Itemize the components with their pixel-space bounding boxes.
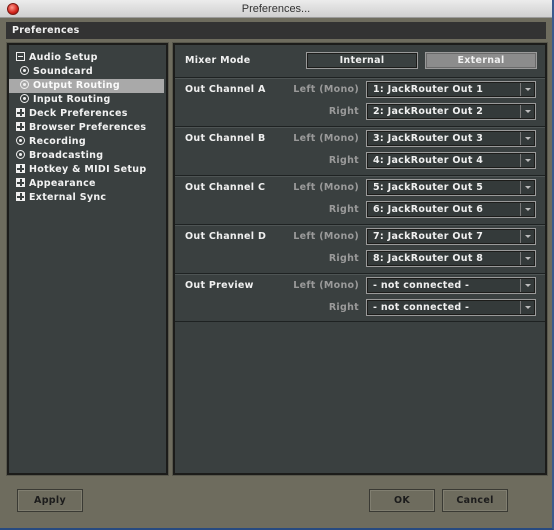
selected-value: 3: JackRouter Out 3 <box>373 133 484 144</box>
left-output-select[interactable]: 3: JackRouter Out 3 <box>366 130 536 147</box>
right-label: Right <box>328 302 359 313</box>
out-channel-d-group: Out Channel D Left (Mono) 7: JackRouter … <box>175 224 545 273</box>
right-output-select[interactable]: - not connected - <box>366 299 536 316</box>
chevron-down-icon[interactable] <box>520 132 535 145</box>
plus-box-icon[interactable] <box>16 178 25 187</box>
mixer-mode-row: Mixer Mode Internal External <box>175 45 545 75</box>
selected-value: 8: JackRouter Out 8 <box>373 253 484 264</box>
radio-icon <box>20 94 29 103</box>
ok-button[interactable]: OK <box>369 489 435 512</box>
sidebar-item-hotkey-midi-setup[interactable]: Hotkey & MIDI Setup <box>9 163 166 177</box>
chevron-down-icon[interactable] <box>520 279 535 292</box>
sidebar-item-label: Broadcasting <box>29 150 104 161</box>
chevron-down-icon[interactable] <box>520 230 535 243</box>
sidebar-item-label: Recording <box>29 136 86 147</box>
channel-label: Out Channel D <box>185 231 267 242</box>
out-channel-a-group: Out Channel A Left (Mono) 1: JackRouter … <box>175 77 545 126</box>
sidebar-item-label: Deck Preferences <box>29 108 128 119</box>
channel-label: Out Channel B <box>185 133 266 144</box>
right-output-select[interactable]: 4: JackRouter Out 4 <box>366 152 536 169</box>
right-output-select[interactable]: 8: JackRouter Out 8 <box>366 250 536 267</box>
left-output-select[interactable]: 5: JackRouter Out 5 <box>366 179 536 196</box>
sidebar-item-output-routing[interactable]: Output Routing <box>9 79 164 93</box>
mixer-mode-external-button[interactable]: External <box>425 52 537 69</box>
out-channel-b-group: Out Channel B Left (Mono) 3: JackRouter … <box>175 126 545 175</box>
chevron-down-icon[interactable] <box>520 154 535 167</box>
selected-value: 6: JackRouter Out 6 <box>373 204 484 215</box>
sidebar-item-label: Input Routing <box>33 94 111 105</box>
sidebar-item-label: External Sync <box>29 192 107 203</box>
radio-icon <box>16 136 25 145</box>
left-mono-label: Left (Mono) <box>293 84 359 95</box>
channel-label: Out Preview <box>185 280 254 291</box>
output-routing-panel: Mixer Mode Internal External Out Channel… <box>173 43 547 475</box>
right-output-select[interactable]: 2: JackRouter Out 2 <box>366 103 536 120</box>
sidebar-tree: Audio Setup Soundcard Output Routing Inp… <box>7 43 168 475</box>
radio-icon <box>20 66 29 75</box>
right-output-select[interactable]: 6: JackRouter Out 6 <box>366 201 536 218</box>
preferences-window: Preferences... Preferences Audio Setup S… <box>0 0 554 530</box>
chevron-down-icon[interactable] <box>520 83 535 96</box>
sidebar-item-soundcard[interactable]: Soundcard <box>9 65 166 79</box>
panel-header: Preferences <box>6 22 546 39</box>
sidebar-item-label: Appearance <box>29 178 96 189</box>
out-channel-c-group: Out Channel C Left (Mono) 5: JackRouter … <box>175 175 545 224</box>
sidebar-item-audio-setup[interactable]: Audio Setup <box>9 51 166 65</box>
left-output-select[interactable]: - not connected - <box>366 277 536 294</box>
selected-value: 1: JackRouter Out 1 <box>373 84 484 95</box>
left-mono-label: Left (Mono) <box>293 231 359 242</box>
close-button[interactable] <box>7 3 19 15</box>
selected-value: 4: JackRouter Out 4 <box>373 155 484 166</box>
right-label: Right <box>328 204 359 215</box>
radio-icon <box>20 80 29 89</box>
plus-box-icon[interactable] <box>16 192 25 201</box>
left-mono-label: Left (Mono) <box>293 182 359 193</box>
left-mono-label: Left (Mono) <box>293 133 359 144</box>
sidebar-item-external-sync[interactable]: External Sync <box>9 191 166 205</box>
mixer-mode-internal-button[interactable]: Internal <box>306 52 418 69</box>
chevron-down-icon[interactable] <box>520 181 535 194</box>
radio-icon <box>16 150 25 159</box>
selected-value: 7: JackRouter Out 7 <box>373 231 484 242</box>
channel-label: Out Channel C <box>185 182 266 193</box>
out-preview-group: Out Preview Left (Mono) - not connected … <box>175 273 545 322</box>
window-title: Preferences... <box>241 3 311 15</box>
sidebar-item-browser-preferences[interactable]: Browser Preferences <box>9 121 166 135</box>
right-label: Right <box>328 106 359 117</box>
chevron-down-icon[interactable] <box>520 252 535 265</box>
selected-value: - not connected - <box>373 302 470 313</box>
selected-value: 2: JackRouter Out 2 <box>373 106 484 117</box>
sidebar-item-label: Audio Setup <box>29 52 98 63</box>
chevron-down-icon[interactable] <box>520 301 535 314</box>
right-label: Right <box>328 253 359 264</box>
title-bar[interactable]: Preferences... <box>0 0 552 18</box>
sidebar-item-recording[interactable]: Recording <box>9 135 166 149</box>
sidebar-item-label: Output Routing <box>33 80 120 91</box>
cancel-button[interactable]: Cancel <box>442 489 508 512</box>
left-mono-label: Left (Mono) <box>293 280 359 291</box>
sidebar-item-broadcasting[interactable]: Broadcasting <box>9 149 166 163</box>
minus-box-icon[interactable] <box>16 52 25 61</box>
channel-label: Out Channel A <box>185 84 266 95</box>
plus-box-icon[interactable] <box>16 108 25 117</box>
selected-value: 5: JackRouter Out 5 <box>373 182 484 193</box>
plus-box-icon[interactable] <box>16 164 25 173</box>
chevron-down-icon[interactable] <box>520 105 535 118</box>
chevron-down-icon[interactable] <box>520 203 535 216</box>
mixer-mode-label: Mixer Mode <box>185 55 251 66</box>
sidebar-item-input-routing[interactable]: Input Routing <box>9 93 166 107</box>
left-output-select[interactable]: 1: JackRouter Out 1 <box>366 81 536 98</box>
right-label: Right <box>328 155 359 166</box>
left-output-select[interactable]: 7: JackRouter Out 7 <box>366 228 536 245</box>
sidebar-item-label: Soundcard <box>33 66 93 77</box>
selected-value: - not connected - <box>373 280 470 291</box>
apply-button[interactable]: Apply <box>17 489 83 512</box>
plus-box-icon[interactable] <box>16 122 25 131</box>
sidebar-item-appearance[interactable]: Appearance <box>9 177 166 191</box>
sidebar-item-label: Browser Preferences <box>29 122 147 133</box>
sidebar-item-label: Hotkey & MIDI Setup <box>29 164 147 175</box>
sidebar-item-deck-preferences[interactable]: Deck Preferences <box>9 107 166 121</box>
